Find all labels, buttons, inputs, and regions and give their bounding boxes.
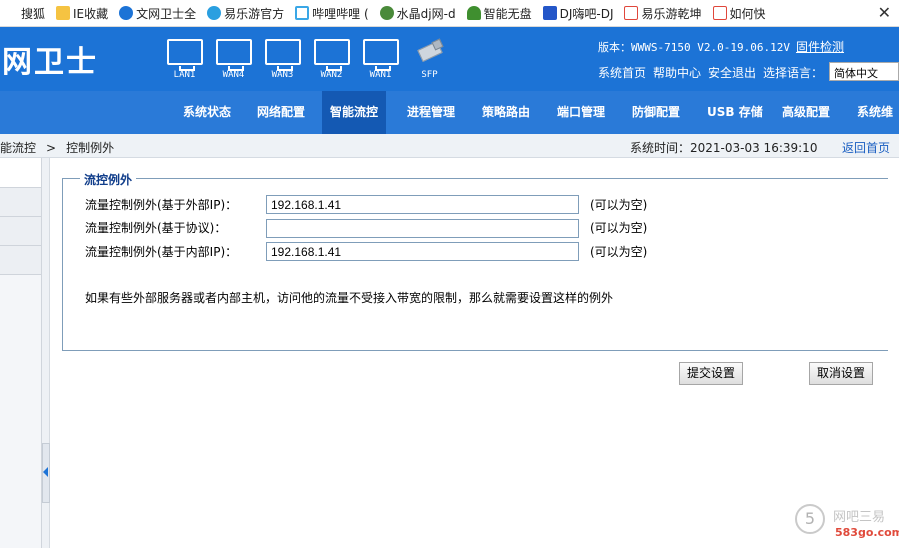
watermark-text: 网吧三易 <box>833 510 886 525</box>
sidebar-item[interactable] <box>0 158 41 188</box>
protocol-input[interactable] <box>266 219 579 238</box>
sfp-module-icon <box>415 38 445 63</box>
external-ip-input[interactable]: 192.168.1.41 <box>266 195 579 214</box>
crystal-icon <box>379 6 394 20</box>
app-header: 文网卫士 LAN1 WAN4 WAN3 WAN2 WAN1 SFP 版本：WWW… <box>0 27 899 134</box>
nav-usb-storage[interactable]: USB 存储 <box>707 91 763 134</box>
monitor-icon <box>166 39 203 71</box>
submit-button[interactable]: 提交设置 <box>679 362 744 385</box>
nav-network-config[interactable]: 网络配置 <box>257 91 305 134</box>
port-sfp[interactable]: SFP <box>405 38 454 80</box>
nav-advanced-config[interactable]: 高级配置 <box>782 91 830 134</box>
watermark: 5 网吧三易 583go.com <box>795 500 899 546</box>
583-icon <box>624 6 639 20</box>
firmware-check-link[interactable]: 固件检测 <box>796 38 844 55</box>
nav-smart-flow-control[interactable]: 智能流控 <box>322 91 387 134</box>
brand-logo: 文网卫士 <box>0 45 98 80</box>
close-icon[interactable]: ✕ <box>878 3 891 22</box>
exception-description: 如果有些外部服务器或者内部主机，访问他的流量不受接入带宽的限制，那么就需要设置这… <box>85 291 614 305</box>
port-wan1[interactable]: WAN1 <box>356 39 405 80</box>
watermark-logo-icon: 5 <box>795 504 825 534</box>
sohu-icon <box>4 6 18 20</box>
port-status: LAN1 WAN4 WAN3 WAN2 WAN1 SFP <box>160 38 454 80</box>
globe-icon <box>207 6 222 20</box>
protocol-label: 流量控制例外(基于协议)： <box>85 221 227 235</box>
nav-defense-config[interactable]: 防御配置 <box>632 91 680 134</box>
nav-port-management[interactable]: 端口管理 <box>557 91 605 134</box>
tree-icon <box>466 6 481 20</box>
dj-icon <box>542 6 557 20</box>
help-link[interactable]: 帮助中心 <box>653 64 701 81</box>
folder-icon <box>56 6 71 20</box>
bookmark-how-fast[interactable]: 如何快 <box>709 0 773 27</box>
monitor-icon <box>313 39 350 71</box>
bookmark-wenwang[interactable]: 文网卫士全 <box>115 0 203 27</box>
home-link[interactable]: 系统首页 <box>598 64 646 81</box>
internal-ip-input[interactable]: 192.168.1.41 <box>266 242 579 261</box>
fieldset-legend: 流控例外 <box>80 171 137 188</box>
bookmark-sohu[interactable]: 搜狐 <box>0 0 52 27</box>
sidebar-item[interactable] <box>0 246 41 275</box>
port-wan4[interactable]: WAN4 <box>209 39 258 80</box>
language-select[interactable]: 简体中文 <box>829 62 899 81</box>
breadcrumb-current: 控制例外 <box>66 141 115 155</box>
bookmark-ie-favorites[interactable]: IE收藏 <box>52 0 115 27</box>
sidebar-item[interactable] <box>0 188 41 217</box>
logout-link[interactable]: 安全退出 <box>708 64 756 81</box>
internal-ip-label: 流量控制例外(基于内部IP)： <box>85 245 238 259</box>
language-label: 选择语言： <box>763 66 824 80</box>
monitor-icon <box>362 39 399 71</box>
chevron-left-icon[interactable] <box>43 467 48 477</box>
monitor-icon <box>264 39 301 71</box>
port-lan1[interactable]: LAN1 <box>160 39 209 80</box>
system-time: 系统时间：2021-03-03 16:39:10 <box>630 141 818 155</box>
protocol-hint: (可以为空) <box>590 221 648 235</box>
cancel-button[interactable]: 取消设置 <box>809 362 874 385</box>
bilibili-icon <box>295 6 310 20</box>
breadcrumb-bar: 能流控 > 控制例外 系统时间：2021-03-03 16:39:10 返回首页 <box>0 134 899 158</box>
breadcrumb-separator: > <box>46 141 57 155</box>
nav-system-status[interactable]: 系统状态 <box>183 91 231 134</box>
external-ip-hint: (可以为空) <box>590 198 648 212</box>
bookmark-yileyou[interactable]: 易乐游官方 <box>203 0 291 27</box>
watermark-url: 583go.com <box>835 526 899 539</box>
breadcrumb: 能流控 > 控制例外 <box>0 139 114 156</box>
shield-icon <box>119 6 134 20</box>
firmware-version: 版本：WWWS-7150 V2.0-19.06.12V <box>598 41 790 54</box>
breadcrumb-parent[interactable]: 能流控 <box>0 141 36 155</box>
nav-policy-routing[interactable]: 策略路由 <box>482 91 530 134</box>
bookmark-smart-diskless[interactable]: 智能无盘 <box>463 0 539 27</box>
bookmark-dj-haiba[interactable]: DJ嗨吧-DJ <box>539 0 621 27</box>
bookmark-bilibili[interactable]: 哔哩哔哩 ( <box>291 0 376 27</box>
external-ip-label: 流量控制例外(基于外部IP)： <box>85 198 238 212</box>
monitor-icon <box>215 39 252 71</box>
sidebar-item[interactable] <box>0 217 41 246</box>
top-links: 系统首页 帮助中心 安全退出 选择语言： <box>598 64 830 81</box>
nav-process-management[interactable]: 进程管理 <box>407 91 455 134</box>
left-sidebar <box>0 158 42 548</box>
bookmarks-bar: 搜狐 IE收藏 文网卫士全 易乐游官方 哔哩哔哩 ( 水晶dj网-d 智能无盘 … <box>0 0 899 27</box>
port-wan3[interactable]: WAN3 <box>258 39 307 80</box>
back-home-link[interactable]: 返回首页 <box>842 139 890 156</box>
port-wan2[interactable]: WAN2 <box>307 39 356 80</box>
nav-system-maintenance[interactable]: 系统维 <box>857 91 893 134</box>
internal-ip-hint: (可以为空) <box>590 245 648 259</box>
main-nav: 系统状态 网络配置 智能流控 进程管理 策略路由 端口管理 防御配置 USB 存… <box>0 91 899 134</box>
bookmark-crystal-dj[interactable]: 水晶dj网-d <box>376 0 463 27</box>
bookmark-yileyou-qiankun[interactable]: 易乐游乾坤 <box>620 0 708 27</box>
583-icon <box>712 6 727 20</box>
